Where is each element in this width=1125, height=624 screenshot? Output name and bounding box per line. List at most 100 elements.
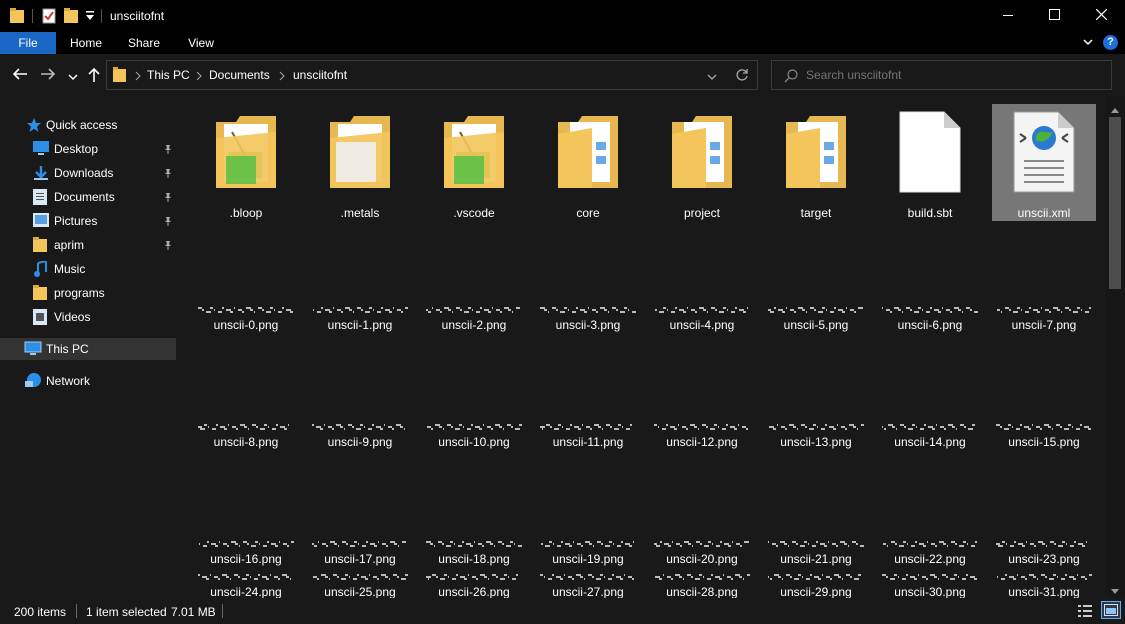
png-file-item[interactable]: unscii-24.png <box>194 574 298 598</box>
png-file-item[interactable]: unscii-29.png <box>764 574 868 598</box>
item-name: project <box>683 206 721 220</box>
png-file-item[interactable]: unscii-6.png <box>878 307 982 336</box>
png-file-item[interactable]: unscii-13.png <box>764 424 868 453</box>
png-file-item[interactable]: unscii-0.png <box>194 307 298 336</box>
folder-item[interactable]: project <box>650 104 754 221</box>
png-file-item[interactable]: unscii-26.png <box>422 574 526 598</box>
scroll-thumb[interactable] <box>1109 117 1121 289</box>
properties-icon[interactable] <box>42 8 56 27</box>
minimize-button[interactable] <box>985 0 1031 32</box>
sidebar-item-this-pc[interactable]: This PC <box>0 338 176 360</box>
png-file-item[interactable]: unscii-16.png <box>194 541 298 570</box>
file-item[interactable]: build.sbt <box>878 104 982 221</box>
png-file-item[interactable]: unscii-14.png <box>878 424 982 453</box>
address-bar[interactable]: This PC Documents unsciitofnt <box>106 60 758 90</box>
window-title: unsciitofnt <box>110 9 165 23</box>
png-file-item[interactable]: unscii-18.png <box>422 541 526 570</box>
item-name: unscii-27.png <box>552 585 624 598</box>
sidebar-item-programs[interactable]: programs <box>0 282 176 304</box>
close-button[interactable] <box>1078 0 1124 32</box>
refresh-icon[interactable] <box>735 68 749 85</box>
png-file-item[interactable]: unscii-22.png <box>878 541 982 570</box>
tab-home[interactable]: Home <box>58 32 114 54</box>
png-file-item[interactable]: unscii-27.png <box>536 574 640 598</box>
png-file-item[interactable]: unscii-8.png <box>194 424 298 453</box>
customize-qa-icon[interactable] <box>86 10 94 24</box>
search-input[interactable] <box>806 67 1096 83</box>
png-file-item[interactable]: unscii-20.png <box>650 541 754 570</box>
tab-share[interactable]: Share <box>116 32 172 54</box>
folder-item[interactable]: .metals <box>308 104 412 221</box>
tab-view[interactable]: View <box>174 32 228 54</box>
png-file-item[interactable]: unscii-5.png <box>764 307 868 336</box>
item-name: unscii-31.png <box>1008 585 1080 598</box>
expand-ribbon-icon[interactable] <box>1082 36 1094 51</box>
breadcrumb-unsciitofnt[interactable]: unsciitofnt <box>293 68 347 82</box>
folder-item[interactable]: .vscode <box>422 104 526 221</box>
chevron-right-icon[interactable] <box>196 70 202 84</box>
file-item[interactable]: unscii.xml <box>992 104 1096 221</box>
details-view-icon[interactable] <box>1078 604 1092 621</box>
sidebar-item-pictures[interactable]: Pictures <box>0 210 176 232</box>
sidebar-item-videos[interactable]: Videos <box>0 306 176 328</box>
sidebar-item-documents[interactable]: Documents <box>0 186 176 208</box>
png-file-item[interactable]: unscii-1.png <box>308 307 412 336</box>
png-file-item[interactable]: unscii-19.png <box>536 541 640 570</box>
scroll-up-icon[interactable] <box>1111 102 1119 116</box>
up-arrow-icon[interactable] <box>87 67 101 86</box>
png-file-item[interactable]: unscii-17.png <box>308 541 412 570</box>
new-folder-icon[interactable] <box>64 8 78 27</box>
address-history-icon[interactable] <box>707 71 717 85</box>
png-file-item[interactable]: unscii-10.png <box>422 424 526 453</box>
sidebar-item-music[interactable]: Music <box>0 258 176 280</box>
png-file-item[interactable]: unscii-7.png <box>992 307 1096 336</box>
item-count: 200 items <box>14 605 67 619</box>
image-thumbnail <box>996 538 1092 547</box>
sidebar-item-aprim[interactable]: aprim <box>0 234 176 256</box>
image-thumbnail <box>540 538 636 547</box>
maximize-button[interactable] <box>1031 0 1077 32</box>
large-icons-view-icon[interactable] <box>1101 601 1121 619</box>
back-arrow-icon[interactable] <box>12 67 28 84</box>
sidebar-item-downloads[interactable]: Downloads <box>0 162 176 184</box>
png-file-item[interactable]: unscii-9.png <box>308 424 412 453</box>
png-file-item[interactable]: unscii-12.png <box>650 424 754 453</box>
folder-icon <box>194 104 298 200</box>
divider <box>76 604 77 618</box>
png-file-item[interactable]: unscii-23.png <box>992 541 1096 570</box>
image-thumbnail <box>654 304 750 313</box>
png-file-item[interactable]: unscii-3.png <box>536 307 640 336</box>
png-file-item[interactable]: unscii-21.png <box>764 541 868 570</box>
forward-arrow-icon[interactable] <box>40 67 56 84</box>
image-thumbnail <box>654 538 750 547</box>
png-file-item[interactable]: unscii-30.png <box>878 574 982 598</box>
png-file-item[interactable]: unscii-4.png <box>650 307 754 336</box>
image-thumbnail <box>198 571 294 580</box>
png-file-item[interactable]: unscii-25.png <box>308 574 412 598</box>
item-name: .metals <box>340 206 380 220</box>
png-file-item[interactable]: unscii-15.png <box>992 424 1096 453</box>
folder-item[interactable]: core <box>536 104 640 221</box>
breadcrumb-documents[interactable]: Documents <box>209 68 270 82</box>
png-file-item[interactable]: unscii-2.png <box>422 307 526 336</box>
sidebar-item-desktop[interactable]: Desktop <box>0 138 176 160</box>
search-box[interactable] <box>771 60 1112 90</box>
folder-item[interactable]: .bloop <box>194 104 298 221</box>
sidebar-item-network[interactable]: Network <box>0 370 176 392</box>
image-thumbnail <box>882 421 978 430</box>
sidebar-item-quick-access[interactable]: Quick access <box>0 114 176 136</box>
png-file-item[interactable]: unscii-28.png <box>650 574 754 598</box>
tab-file[interactable]: File <box>0 32 56 54</box>
png-file-item[interactable]: unscii-31.png <box>992 574 1096 598</box>
vertical-scrollbar[interactable] <box>1106 96 1125 598</box>
chevron-right-icon[interactable] <box>279 70 285 84</box>
sidebar-item-label: Pictures <box>54 214 98 228</box>
scroll-down-icon[interactable] <box>1111 584 1119 598</box>
breadcrumb-this-pc[interactable]: This PC <box>147 68 190 82</box>
item-name: unscii-1.png <box>327 318 393 332</box>
recent-locations-icon[interactable] <box>68 71 78 85</box>
folder-item[interactable]: target <box>764 104 868 221</box>
image-thumbnail <box>426 304 522 313</box>
help-icon[interactable]: ? <box>1103 35 1118 50</box>
png-file-item[interactable]: unscii-11.png <box>536 424 640 453</box>
